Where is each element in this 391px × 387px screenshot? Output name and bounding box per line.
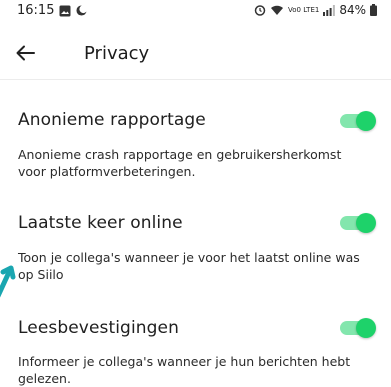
setting-description: Informeer je collega's wanneer je hun be… [18,354,351,386]
battery-percentage: 84% [339,3,366,17]
toggle-thumb [356,213,376,233]
setting-title: Laatste keer online [18,213,183,233]
page-title: Privacy [84,43,150,64]
setting-title: Leesbevestigingen [18,318,179,338]
status-left: 16:15 [17,3,88,18]
setting-title: Anonieme rapportage [18,110,206,130]
toggle-thumb [356,111,376,131]
network-type: Vo0 LTE1 [288,5,320,14]
status-right: Vo0 LTE1 84% [254,3,377,17]
status-time: 16:15 [17,3,55,18]
setting-description: Toon je collega's wanneer je voor het la… [18,250,360,282]
back-button[interactable] [10,38,40,68]
signal-icon [323,4,336,16]
image-icon [59,5,71,17]
moon-icon [76,5,88,16]
toggle-anonymous-reporting[interactable] [340,111,376,131]
header-divider [0,79,391,80]
wifi-icon [270,5,284,16]
battery-icon [370,4,377,16]
setting-description: Anonieme crash rapportage en gebruikersh… [18,147,342,179]
status-bar: 16:15 Vo0 LTE1 84% [0,0,391,22]
alarm-icon [254,4,266,16]
toggle-last-seen-online[interactable] [340,213,376,233]
toggle-read-receipts[interactable] [340,318,376,338]
toggle-thumb [356,318,376,338]
app-bar: Privacy [0,28,391,80]
arrow-left-icon [16,45,35,61]
edge-arrow-icon [0,265,16,298]
